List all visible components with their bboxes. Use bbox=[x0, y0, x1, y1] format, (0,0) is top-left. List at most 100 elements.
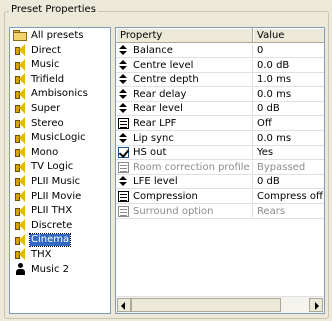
tree-item-cinema[interactable]: Cinema bbox=[15, 233, 72, 248]
property-row[interactable]: Rear level 0 dB bbox=[116, 102, 324, 117]
tree-item-label: Stereo bbox=[31, 117, 64, 129]
property-cell: Rear delay bbox=[116, 87, 253, 102]
property-value[interactable]: 0.0 ms bbox=[253, 88, 324, 102]
tree-item-label: Trifield bbox=[31, 73, 65, 85]
tree-item-music[interactable]: Music bbox=[15, 58, 60, 73]
spin-arrows-icon bbox=[118, 74, 129, 85]
property-value[interactable]: Yes bbox=[253, 146, 324, 161]
tree-item-root[interactable]: All presets bbox=[13, 28, 84, 43]
speaker-icon bbox=[15, 44, 27, 57]
spin-arrows-icon bbox=[118, 45, 129, 56]
speaker-icon bbox=[15, 87, 27, 101]
list-icon bbox=[118, 191, 129, 202]
property-row[interactable]: Rear LPF Off bbox=[116, 117, 324, 131]
property-name: Lip sync bbox=[133, 132, 174, 144]
group-title: Preset Properties bbox=[9, 4, 98, 16]
tree-item-stereo[interactable]: Stereo bbox=[15, 116, 65, 131]
property-cell: HS out bbox=[116, 146, 253, 161]
property-name: Centre level bbox=[133, 59, 194, 71]
scroll-right-button[interactable] bbox=[309, 298, 323, 312]
preset-tree[interactable]: All presets Direct Music Trifield Ambisonics… bbox=[9, 27, 111, 314]
property-row[interactable]: Centre level 0.0 dB bbox=[116, 58, 324, 73]
property-row[interactable]: Lip sync 0.0 ms bbox=[116, 131, 324, 146]
tree-item-ambisonics[interactable]: Ambisonics bbox=[15, 87, 89, 102]
spin-arrows-icon bbox=[118, 59, 129, 71]
checkbox-checked-icon[interactable] bbox=[118, 147, 130, 159]
scroll-left-button[interactable] bbox=[117, 298, 131, 312]
list-icon bbox=[118, 205, 129, 217]
horizontal-scrollbar[interactable] bbox=[116, 296, 324, 313]
property-value[interactable]: Off bbox=[253, 117, 324, 131]
tree-item-tv-logic[interactable]: TV Logic bbox=[15, 160, 74, 175]
property-value[interactable]: 1.0 ms bbox=[253, 73, 324, 88]
tree-item-music-2[interactable]: Music 2 bbox=[15, 262, 70, 277]
speaker-icon bbox=[15, 146, 27, 159]
tree-item-mono[interactable]: Mono bbox=[15, 145, 59, 160]
tree-item-label: THX bbox=[31, 248, 52, 260]
property-row[interactable]: Rear delay 0.0 ms bbox=[116, 87, 324, 102]
property-name: Centre depth bbox=[133, 74, 199, 86]
property-name: Rear level bbox=[133, 103, 183, 115]
speaker-icon bbox=[15, 117, 27, 130]
folder-icon bbox=[13, 30, 27, 41]
tree-item-label: TV Logic bbox=[31, 161, 74, 173]
tree-item-thx[interactable]: THX bbox=[15, 247, 52, 262]
property-row[interactable]: Centre depth 1.0 ms bbox=[116, 73, 324, 88]
tree-item-musiclogic[interactable]: MusicLogic bbox=[15, 131, 87, 146]
speaker-icon bbox=[15, 204, 27, 218]
property-grid[interactable]: Property Value Balance 0 Centre level 0.0 d… bbox=[115, 27, 325, 314]
list-icon bbox=[118, 118, 129, 129]
speaker-icon bbox=[15, 131, 27, 145]
spin-arrows-icon bbox=[118, 176, 129, 187]
speaker-icon bbox=[15, 190, 27, 203]
scroll-thumb[interactable] bbox=[131, 298, 281, 312]
property-value[interactable]: 0.0 dB bbox=[253, 59, 324, 73]
tree-item-label: MusicLogic bbox=[31, 132, 86, 144]
property-value[interactable]: 0 bbox=[253, 44, 324, 58]
property-name: Rear LPF bbox=[133, 118, 177, 129]
tree-item-trifield[interactable]: Trifield bbox=[15, 72, 65, 87]
tree-item-label: PLII Music bbox=[31, 175, 81, 187]
tree-item-plii-movie[interactable]: PLII Movie bbox=[15, 189, 82, 204]
tree-item-label: Direct bbox=[31, 44, 61, 56]
tree-item-label: PLII THX bbox=[31, 205, 73, 217]
speaker-icon bbox=[15, 58, 27, 72]
speaker-icon bbox=[15, 160, 27, 174]
property-cell: Surround option bbox=[116, 204, 253, 219]
property-row[interactable]: LFE level 0 dB bbox=[116, 175, 324, 190]
tree-item-label: Cinema bbox=[28, 233, 72, 248]
column-header-value[interactable]: Value bbox=[253, 28, 324, 43]
tree-item-direct[interactable]: Direct bbox=[15, 43, 62, 58]
tree-item-discrete[interactable]: Discrete bbox=[15, 218, 73, 233]
tree-item-label: Discrete bbox=[31, 219, 73, 231]
property-row[interactable]: Surround option Rears bbox=[116, 204, 324, 219]
tree-item-label: Mono bbox=[31, 146, 59, 158]
speaker-icon bbox=[15, 233, 27, 247]
property-cell: Centre depth bbox=[116, 73, 253, 88]
property-row[interactable]: HS out Yes bbox=[116, 146, 324, 161]
property-name: Surround option bbox=[133, 205, 214, 217]
property-name: Rear delay bbox=[133, 88, 187, 100]
property-value: Rears bbox=[253, 205, 324, 219]
property-cell: Compression bbox=[116, 190, 253, 204]
property-value[interactable]: 0.0 ms bbox=[253, 132, 324, 146]
property-row[interactable]: Balance 0 bbox=[116, 44, 324, 58]
column-header-property[interactable]: Property bbox=[116, 28, 253, 43]
speaker-icon bbox=[15, 219, 27, 232]
tree-item-label: PLII Movie bbox=[31, 190, 82, 202]
property-value[interactable]: 0 dB bbox=[253, 102, 324, 117]
property-cell: Room correction profile bbox=[116, 160, 253, 175]
tree-item-label: Music bbox=[31, 59, 60, 71]
property-value[interactable]: 0 dB bbox=[253, 175, 324, 190]
speaker-icon bbox=[15, 248, 27, 261]
tree-item-super[interactable]: Super bbox=[15, 101, 61, 116]
tree-item-label: All presets bbox=[31, 29, 84, 41]
tree-item-plii-music[interactable]: PLII Music bbox=[15, 174, 81, 189]
property-row[interactable]: Compression Compress off bbox=[116, 190, 324, 204]
property-cell: LFE level bbox=[116, 175, 253, 190]
list-icon bbox=[118, 161, 129, 173]
property-name: HS out bbox=[133, 147, 167, 159]
property-value[interactable]: Compress off bbox=[253, 190, 324, 204]
tree-item-plii-thx[interactable]: PLII THX bbox=[15, 204, 73, 219]
property-row[interactable]: Room correction profile Bypassed bbox=[116, 160, 324, 175]
